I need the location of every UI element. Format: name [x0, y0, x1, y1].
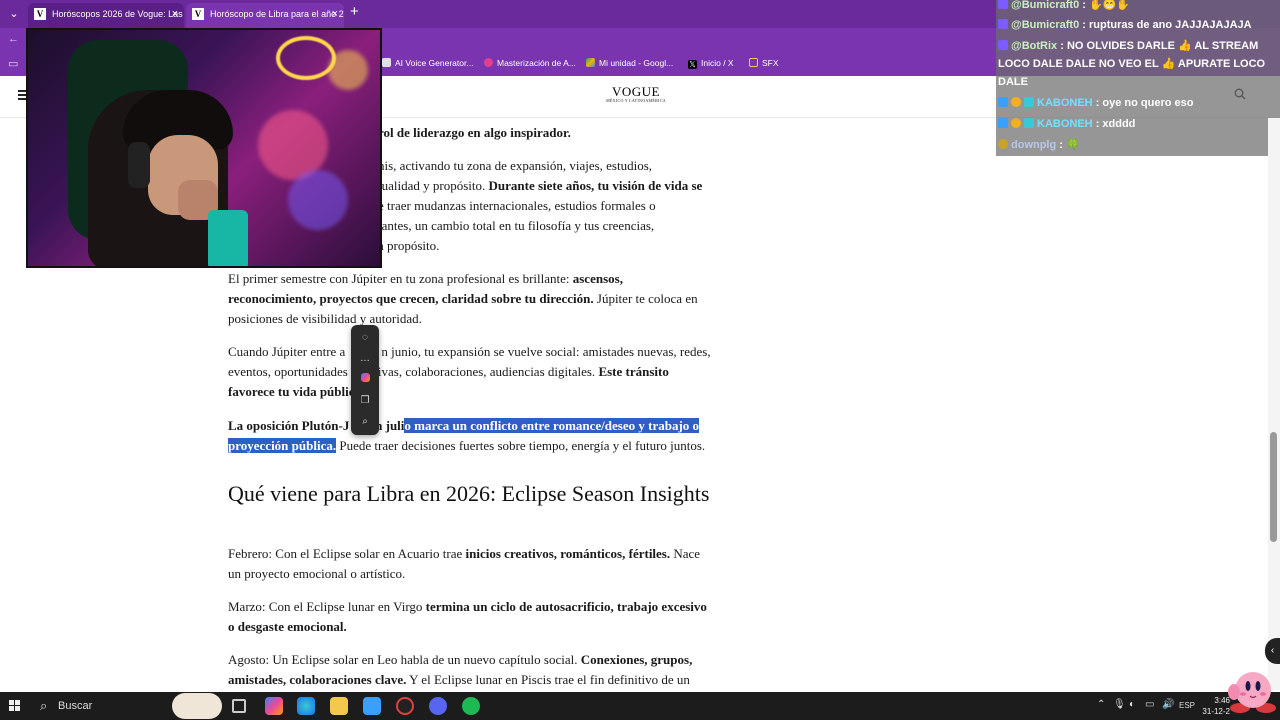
google-drive-icon — [586, 58, 595, 67]
tray-chevron-icon[interactable]: ⌃ — [1097, 699, 1105, 710]
tab-list-chevron-icon[interactable]: ⌄ — [4, 4, 24, 24]
article-paragraph: Marzo: Con el Eclipse lunar en Virgo ter… — [228, 599, 707, 634]
tab-label: Horóscopo de Libra para el año 20 — [210, 9, 344, 19]
neon-sign — [276, 36, 336, 80]
selection-mini-toolbar: ◌ … ❐ ⌕ — [351, 325, 379, 435]
page-scrollbar-thumb[interactable] — [1270, 432, 1277, 542]
back-arrow-icon[interactable]: ← — [8, 33, 19, 45]
x-logo-icon: 𝕏 — [688, 60, 697, 69]
task-view-icon[interactable] — [232, 699, 246, 713]
discord-icon[interactable] — [429, 697, 447, 715]
subscriber-badge-icon — [998, 118, 1008, 128]
bookmark-sfx[interactable]: SFX — [749, 58, 779, 68]
copilot-icon[interactable] — [265, 697, 283, 715]
language-indicator[interactable]: ESP — [1179, 701, 1195, 710]
chat-message-continued: LOCO DALE DALE NO VEO EL 👍 APURATE LOCO — [998, 58, 1266, 70]
headset-tray-icon[interactable]: ◐ — [1129, 699, 1135, 710]
article-paragraph: El primer semestre con Júpiter en tu zon… — [228, 271, 698, 326]
spotify-icon[interactable] — [462, 697, 480, 715]
stream-chat-overlay: @Bumicraft0 : ✋😁✋ @Bumicraft0 : rupturas… — [996, 0, 1280, 156]
document-icon — [382, 58, 391, 67]
folder-icon — [749, 58, 758, 67]
network-tray-icon[interactable]: ▭ — [1145, 699, 1154, 710]
chat-message: KABONEH : xdddd — [998, 117, 1278, 131]
kirby-overlay-icon — [1228, 672, 1276, 713]
tab-label: Horóscopos 2026 de Vogue: Las p — [52, 9, 184, 19]
copy-icon[interactable]: ❐ — [358, 394, 372, 408]
obs-icon[interactable] — [396, 697, 414, 715]
volume-tray-icon[interactable]: 🔊 — [1162, 699, 1174, 710]
article-paragraph: Cuando Júpiter entre an junio, tu expans… — [228, 344, 711, 359]
bot-badge-icon — [998, 40, 1008, 50]
bookmark-ai-voice[interactable]: AI Voice Generator... — [382, 58, 473, 68]
chat-message: @BotRix : NO OLVIDES DARLE 👍 AL STREAM — [998, 39, 1278, 53]
side-panel-toggle-icon[interactable]: ‹ — [1265, 638, 1280, 664]
streamer-webcam-overlay — [26, 28, 382, 268]
windows-taskbar: Buscar ⌃ 🎙 ◐ ▭ 🔊 ESP 3:46 31-12-2 — [0, 692, 1280, 720]
search-icon[interactable]: ⌕ — [358, 415, 372, 429]
game-badge-icon — [1024, 97, 1034, 107]
bot-badge-icon — [998, 19, 1008, 29]
emote-badge-icon — [998, 139, 1008, 149]
section-heading: Qué viene para Libra en 2026: Eclipse Se… — [228, 481, 710, 506]
vogue-logo[interactable]: VOGUE MÉXICO Y LATINOAMÉRICA — [600, 85, 672, 103]
taskbar-search[interactable]: Buscar — [34, 696, 164, 716]
sidebar-toggle-icon[interactable]: ▭ — [8, 57, 18, 70]
audio-icon — [484, 58, 493, 67]
bot-badge-icon — [998, 0, 1008, 9]
coin-badge-icon — [1011, 118, 1021, 128]
microphone-tray-icon[interactable]: 🎙 — [1113, 699, 1126, 710]
copilot-icon[interactable] — [358, 373, 372, 387]
edge-browser-icon[interactable] — [297, 697, 315, 715]
microphone — [208, 210, 248, 266]
article-paragraph: Febrero: Con el Eclipse solar en Acuario… — [228, 546, 701, 581]
close-tab-icon[interactable]: × — [332, 3, 338, 25]
coin-badge-icon — [1011, 97, 1021, 107]
tab-horoscopos-2026[interactable]: V Horóscopos 2026 de Vogue: Las p × — [28, 3, 184, 28]
more-options-icon[interactable]: … — [358, 352, 372, 366]
page-scrollbar-track[interactable] — [1268, 118, 1280, 690]
bookmark-google-drive[interactable]: Mi unidad - Googl... — [586, 58, 673, 68]
subscriber-badge-icon — [998, 97, 1008, 107]
vogue-favicon-icon: V — [34, 8, 46, 20]
chat-message-continued: DALE — [998, 76, 1028, 88]
game-badge-icon — [1024, 118, 1034, 128]
close-tab-icon[interactable]: × — [172, 3, 178, 25]
file-explorer-icon[interactable] — [330, 697, 348, 715]
windows-start-icon[interactable] — [9, 700, 21, 712]
vogue-favicon-icon: V — [192, 8, 204, 20]
article-paragraph: Agosto: Un Eclipse solar en Leo habla de… — [228, 652, 693, 687]
text-selection[interactable]: proyección pública. — [228, 438, 337, 453]
article-paragraph-line: proyección pública. Puede traer decision… — [228, 438, 706, 453]
hide-eye-icon[interactable]: ◌ — [358, 331, 372, 345]
chat-message: @Bumicraft0 : rupturas de ano JAJJAJAJAJ… — [998, 18, 1278, 32]
text-selection[interactable]: o marca un conflicto entre romance/deseo… — [404, 418, 700, 433]
new-tab-plus-icon[interactable]: + — [350, 3, 359, 20]
chat-message: KABONEH : oye no quero eso — [998, 96, 1278, 110]
bookmark-masterizacion[interactable]: Masterización de A... — [484, 58, 576, 68]
article-paragraph-line: eventos, oportunidades ivas, colaboracion… — [228, 364, 669, 399]
microsoft-store-icon[interactable] — [363, 697, 381, 715]
chat-message: @Bumicraft0 : ✋😁✋ — [998, 0, 1278, 12]
chat-message: downplg : 🍀 — [998, 138, 1278, 152]
bookmark-x-inicio[interactable]: 𝕏 Inicio / X — [688, 58, 734, 69]
tab-horoscopo-libra[interactable]: V Horóscopo de Libra para el año 20 × — [186, 3, 344, 28]
headphones — [128, 142, 150, 188]
article-paragraph-selected: La oposición Plutón-J en julio marca un c… — [228, 418, 700, 433]
search-highlight-icon[interactable] — [172, 693, 222, 719]
